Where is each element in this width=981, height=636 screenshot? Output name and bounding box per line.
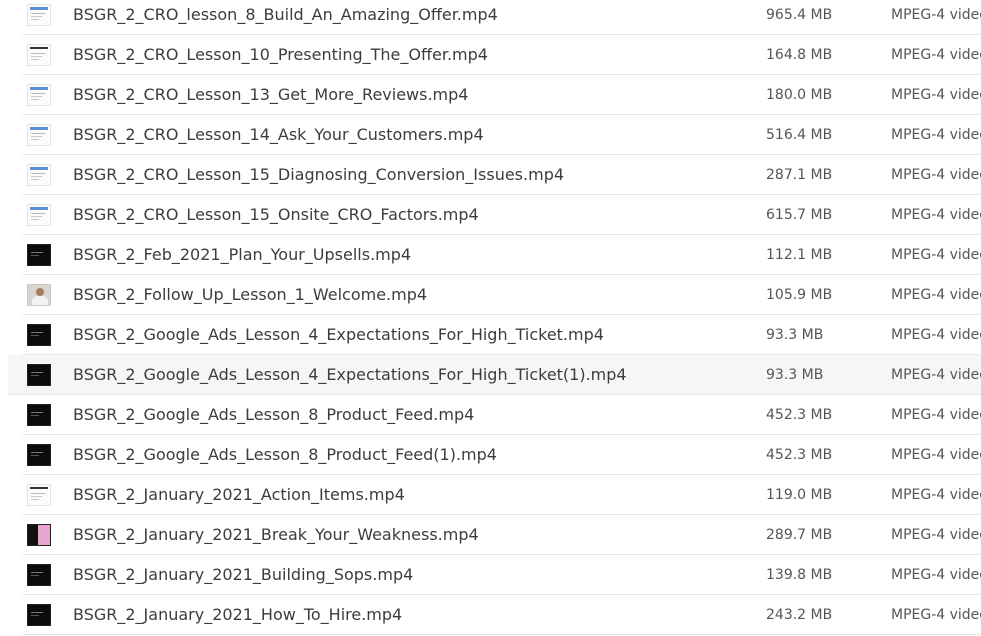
file-name: BSGR_2_CRO_lesson_8_Build_An_Amazing_Off…	[73, 5, 498, 24]
file-size: 289.7 MB	[766, 526, 833, 543]
file-name: BSGR_2_Google_Ads_Lesson_4_Expectations_…	[73, 365, 627, 384]
document-preview-icon	[27, 123, 51, 146]
file-type: MPEG-4 video	[891, 86, 981, 103]
file-size: 452.3 MB	[766, 406, 833, 423]
file-name: BSGR_2_Follow_Up_Lesson_1_Welcome.mp4	[73, 285, 428, 304]
file-name: BSGR_2_Google_Ads_Lesson_8_Product_Feed.…	[73, 405, 475, 424]
file-size: 452.3 MB	[766, 446, 833, 463]
file-name: BSGR_2_CRO_Lesson_10_Presenting_The_Offe…	[73, 45, 488, 64]
document-preview-icon	[27, 43, 51, 66]
video-preview-icon	[27, 403, 51, 426]
file-row[interactable]: BSGR_2_January_2021_Action_Items.mp4 119.…	[22, 475, 981, 515]
file-type: MPEG-4 video	[891, 246, 981, 263]
file-name: BSGR_2_Feb_2021_Plan_Your_Upsells.mp4	[73, 245, 412, 264]
file-name: BSGR_2_January_2021_How_To_Hire.mp4	[73, 605, 403, 624]
video-preview-icon	[27, 323, 51, 346]
file-type: MPEG-4 video	[891, 486, 981, 503]
document-preview-icon	[27, 3, 51, 26]
file-row[interactable]: BSGR_2_Google_Ads_Lesson_8_Product_Feed.…	[22, 395, 981, 435]
file-size: 139.8 MB	[766, 566, 833, 583]
file-name: BSGR_2_January_2021_Action_Items.mp4	[73, 485, 405, 504]
file-row[interactable]: BSGR_2_CRO_Lesson_13_Get_More_Reviews.mp…	[22, 75, 981, 115]
video-preview-icon	[27, 363, 51, 386]
file-type: MPEG-4 video	[891, 286, 981, 303]
file-row[interactable]: BSGR_2_Google_Ads_Lesson_4_Expectations_…	[22, 315, 981, 355]
file-name: BSGR_2_CRO_Lesson_13_Get_More_Reviews.mp…	[73, 85, 469, 104]
video-preview-icon	[27, 603, 51, 626]
file-row[interactable]: BSGR_2_CRO_Lesson_15_Onsite_CRO_Factors.…	[22, 195, 981, 235]
file-type: MPEG-4 video	[891, 446, 981, 463]
file-row[interactable]: BSGR_2_CRO_Lesson_14_Ask_Your_Customers.…	[22, 115, 981, 155]
file-size: 105.9 MB	[766, 286, 833, 303]
file-row[interactable]: BSGR_2_January_2021_Break_Your_Weakness.…	[22, 515, 981, 555]
file-type: MPEG-4 video	[891, 166, 981, 183]
document-preview-icon	[27, 203, 51, 226]
file-type: MPEG-4 video	[891, 566, 981, 583]
file-type: MPEG-4 video	[891, 6, 981, 23]
file-size: 93.3 MB	[766, 326, 824, 343]
file-name: BSGR_2_January_2021_Break_Your_Weakness.…	[73, 525, 479, 544]
file-list: BSGR_2_CRO_lesson_8_Build_An_Amazing_Off…	[0, 0, 981, 636]
video-preview-icon	[27, 243, 51, 266]
document-preview-icon	[27, 83, 51, 106]
file-name: BSGR_2_CRO_Lesson_15_Diagnosing_Conversi…	[73, 165, 565, 184]
file-row[interactable]: BSGR_2_Google_Ads_Lesson_8_Product_Feed(…	[22, 435, 981, 475]
file-size: 119.0 MB	[766, 486, 833, 503]
file-row[interactable]: BSGR_2_CRO_Lesson_15_Diagnosing_Conversi…	[22, 155, 981, 195]
file-row[interactable]: BSGR_2_Google_Ads_Lesson_4_Expectations_…	[8, 355, 981, 395]
file-type: MPEG-4 video	[891, 206, 981, 223]
file-name: BSGR_2_Google_Ads_Lesson_8_Product_Feed(…	[73, 445, 497, 464]
file-type: MPEG-4 video	[891, 46, 981, 63]
file-type: MPEG-4 video	[891, 326, 981, 343]
file-size: 93.3 MB	[766, 366, 824, 383]
file-size: 112.1 MB	[766, 246, 833, 263]
file-row[interactable]: BSGR_2_Follow_Up_Lesson_1_Welcome.mp4 105…	[22, 275, 981, 315]
file-name: BSGR_2_CRO_Lesson_15_Onsite_CRO_Factors.…	[73, 205, 479, 224]
file-type: MPEG-4 video	[891, 126, 981, 143]
file-size: 615.7 MB	[766, 206, 833, 223]
file-type: MPEG-4 video	[891, 606, 981, 623]
file-name: BSGR_2_Google_Ads_Lesson_4_Expectations_…	[73, 325, 604, 344]
document-preview-icon	[27, 163, 51, 186]
document-preview-icon	[27, 483, 51, 506]
file-row[interactable]: BSGR_2_CRO_lesson_8_Build_An_Amazing_Off…	[22, 0, 981, 35]
video-preview-icon	[27, 563, 51, 586]
file-type: MPEG-4 video	[891, 526, 981, 543]
file-size: 287.1 MB	[766, 166, 833, 183]
file-row[interactable]: BSGR_2_January_2021_How_To_Hire.mp4 243.2…	[22, 595, 981, 635]
file-row[interactable]: BSGR_2_CRO_Lesson_10_Presenting_The_Offe…	[22, 35, 981, 75]
file-size: 164.8 MB	[766, 46, 833, 63]
file-size: 180.0 MB	[766, 86, 833, 103]
file-name: BSGR_2_CRO_Lesson_14_Ask_Your_Customers.…	[73, 125, 484, 144]
video-preview-icon	[27, 443, 51, 466]
file-size: 965.4 MB	[766, 6, 833, 23]
file-type: MPEG-4 video	[891, 366, 981, 383]
file-row[interactable]: BSGR_2_Feb_2021_Plan_Your_Upsells.mp4 112…	[22, 235, 981, 275]
video-preview-icon	[27, 523, 51, 546]
person-preview-icon	[27, 283, 51, 306]
file-name: BSGR_2_January_2021_Building_Sops.mp4	[73, 565, 414, 584]
file-size: 243.2 MB	[766, 606, 833, 623]
file-size: 516.4 MB	[766, 126, 833, 143]
file-type: MPEG-4 video	[891, 406, 981, 423]
file-row[interactable]: BSGR_2_January_2021_Building_Sops.mp4 139…	[22, 555, 981, 595]
